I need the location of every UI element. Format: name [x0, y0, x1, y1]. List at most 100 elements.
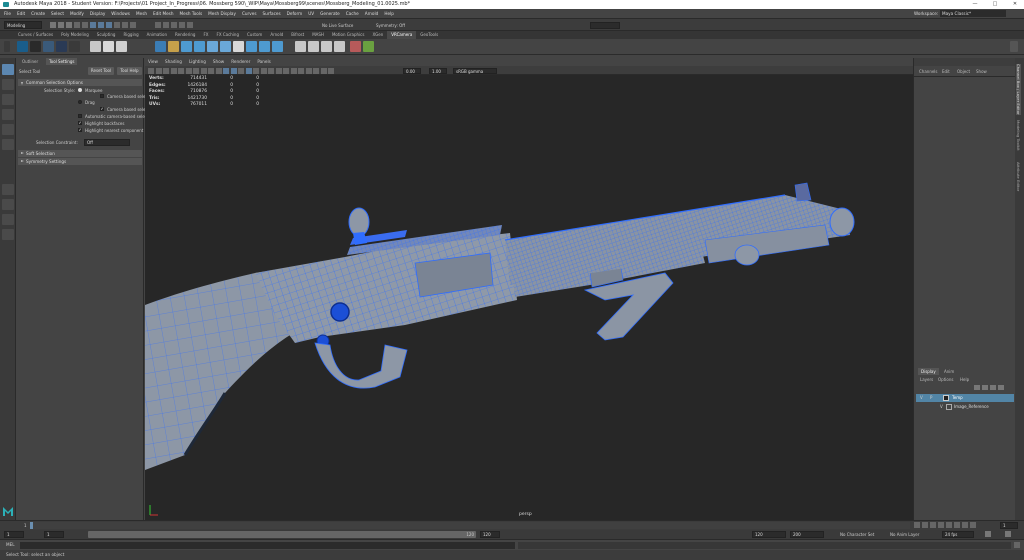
menu-uv[interactable]: UV	[308, 11, 314, 16]
shelf-tab-sculpting[interactable]: Sculpting	[93, 31, 120, 39]
shelf-tool-4-icon[interactable]	[194, 41, 205, 52]
symmetry-settings-section[interactable]: Symmetry Settings	[18, 158, 142, 165]
highlight-backfaces-checkbox[interactable]	[78, 120, 82, 125]
anim-end-field[interactable]: 120	[752, 531, 786, 538]
menu-windows[interactable]: Windows	[111, 11, 130, 16]
side-tab-modeling-toolkit[interactable]: Modeling Toolkit	[1016, 120, 1021, 151]
render-view-icon[interactable]	[187, 22, 193, 28]
script-editor-icon[interactable]	[1014, 542, 1020, 548]
default-material-icon[interactable]	[238, 67, 244, 74]
shelf-tab-motion-graphics[interactable]: Motion Graphics	[328, 31, 369, 39]
bookmark-icon[interactable]	[163, 67, 169, 74]
layer-playback-toggle[interactable]: P	[930, 395, 932, 400]
shelf-tool-7-icon[interactable]	[246, 41, 257, 52]
scale-tool-icon[interactable]	[2, 139, 14, 150]
marquee-radio[interactable]	[78, 88, 82, 92]
ambient-occlusion-icon[interactable]	[275, 67, 282, 74]
single-view-icon[interactable]	[2, 184, 14, 195]
close-icon[interactable]: ✕	[1008, 0, 1022, 9]
gamma-field[interactable]: 1.00	[429, 67, 447, 74]
menu-cache[interactable]: Cache	[346, 11, 359, 16]
channel-tab-object[interactable]: Object	[957, 68, 970, 75]
layer-visible-toggle[interactable]: V	[920, 395, 923, 400]
layer-color-swatch[interactable]	[946, 404, 952, 410]
step-forward-key-icon[interactable]	[962, 522, 968, 528]
gate-mask-icon[interactable]	[200, 67, 207, 74]
snap-grid-icon[interactable]	[114, 22, 120, 28]
open-scene-icon[interactable]	[58, 22, 64, 28]
shelf-write-icon[interactable]	[103, 41, 114, 52]
menu-mesh-display[interactable]: Mesh Display	[208, 11, 236, 16]
menu-deform[interactable]: Deform	[287, 11, 303, 16]
shelf-rsn-icon[interactable]	[90, 41, 101, 52]
shelf-tab-animation[interactable]: Animation	[143, 31, 171, 39]
shelf-zoop-icon[interactable]	[233, 41, 244, 52]
camera-attr-icon[interactable]	[155, 67, 162, 74]
redo-icon[interactable]	[82, 22, 88, 28]
layer-tab-anim[interactable]: Anim	[944, 368, 954, 375]
vp-menu-view[interactable]: View	[148, 58, 158, 66]
shelf-tool-10-icon[interactable]	[350, 41, 361, 52]
render-current-icon[interactable]	[155, 22, 161, 28]
snap-point-icon[interactable]	[130, 22, 136, 28]
mel-input[interactable]	[20, 542, 515, 549]
shelf-tab-geotools[interactable]: GeoTools	[416, 31, 442, 39]
range-end-field[interactable]: 120	[480, 531, 500, 538]
wireframe-icon[interactable]	[223, 67, 229, 74]
image-plane-icon[interactable]	[170, 67, 177, 74]
tab-outliner[interactable]: Outliner	[22, 58, 38, 65]
xray-components-icon[interactable]	[328, 67, 334, 74]
anim-prefs-icon[interactable]	[1005, 531, 1011, 537]
fps-select[interactable]: 24 fps	[942, 531, 974, 538]
step-back-frame-icon[interactable]	[930, 522, 936, 528]
vp-menu-shading[interactable]: Shading	[165, 58, 182, 66]
shelf-tab-vrcamera[interactable]: VRCamera	[387, 31, 417, 39]
shelf-tab-rigging[interactable]: Rigging	[119, 31, 142, 39]
exposure-field[interactable]: 0.00	[403, 67, 421, 74]
camera-select-icon[interactable]	[148, 67, 154, 74]
move-layer-up-icon[interactable]	[974, 385, 980, 390]
select-object-icon[interactable]	[98, 22, 104, 28]
trigger-guard-mesh[interactable]	[314, 342, 408, 389]
rotate-tool-icon[interactable]	[2, 124, 14, 135]
layer-name[interactable]: Image_Reference	[954, 404, 989, 409]
tab-tool-settings[interactable]: Tool Settings	[46, 58, 78, 65]
select-hierarchy-icon[interactable]	[90, 22, 96, 28]
side-tab-attribute-editor[interactable]: Attribute Editor	[1016, 162, 1021, 191]
menu-create[interactable]: Create	[31, 11, 45, 16]
shelf-pr-icon[interactable]	[295, 41, 306, 52]
maximize-icon[interactable]: □	[988, 0, 1002, 9]
common-selection-section[interactable]: Common Selection Options	[18, 79, 142, 86]
shelf-extra-icon[interactable]	[69, 41, 80, 52]
shadows-icon[interactable]	[268, 67, 274, 74]
isolate-select-icon[interactable]	[305, 67, 312, 74]
anti-alias-icon[interactable]	[290, 67, 297, 74]
shelf-tool-9-icon[interactable]	[272, 41, 283, 52]
reset-tool-button[interactable]: Reset Tool	[88, 67, 114, 75]
xray-icon[interactable]	[313, 67, 319, 74]
camera-based-checkbox[interactable]	[100, 94, 104, 98]
outliner-layout-icon[interactable]	[2, 229, 14, 240]
save-scene-icon[interactable]	[66, 22, 72, 28]
layer-row-image-reference[interactable]: V Image_Reference	[916, 403, 1014, 411]
input-line-field[interactable]	[590, 22, 620, 29]
side-tab-channel-box[interactable]: Channel Box / Layer Editor	[1016, 64, 1021, 115]
shelf-quixel-icon[interactable]	[30, 41, 41, 52]
layer-menu-options[interactable]: Options	[938, 376, 953, 383]
shelf-tool-1-icon[interactable]	[155, 41, 166, 52]
current-frame-field[interactable]: 1	[1000, 522, 1018, 529]
channel-tab-show[interactable]: Show	[976, 68, 987, 75]
snap-curve-icon[interactable]	[122, 22, 128, 28]
menu-help[interactable]: Help	[384, 11, 394, 16]
go-to-end-icon[interactable]	[970, 522, 976, 528]
new-layer-selected-icon[interactable]	[998, 385, 1004, 390]
drag-radio[interactable]	[78, 100, 82, 104]
anim-start-field[interactable]: 1	[4, 531, 24, 538]
shelf-cp-icon[interactable]	[17, 41, 28, 52]
play-back-icon[interactable]	[938, 522, 944, 528]
shotgun-model[interactable]	[145, 75, 913, 520]
workspace-select[interactable]: Maya Classic*	[940, 10, 1006, 17]
new-empty-layer-icon[interactable]	[990, 385, 996, 390]
menu-mesh-tools[interactable]: Mesh Tools	[180, 11, 203, 16]
select-component-icon[interactable]	[106, 22, 112, 28]
